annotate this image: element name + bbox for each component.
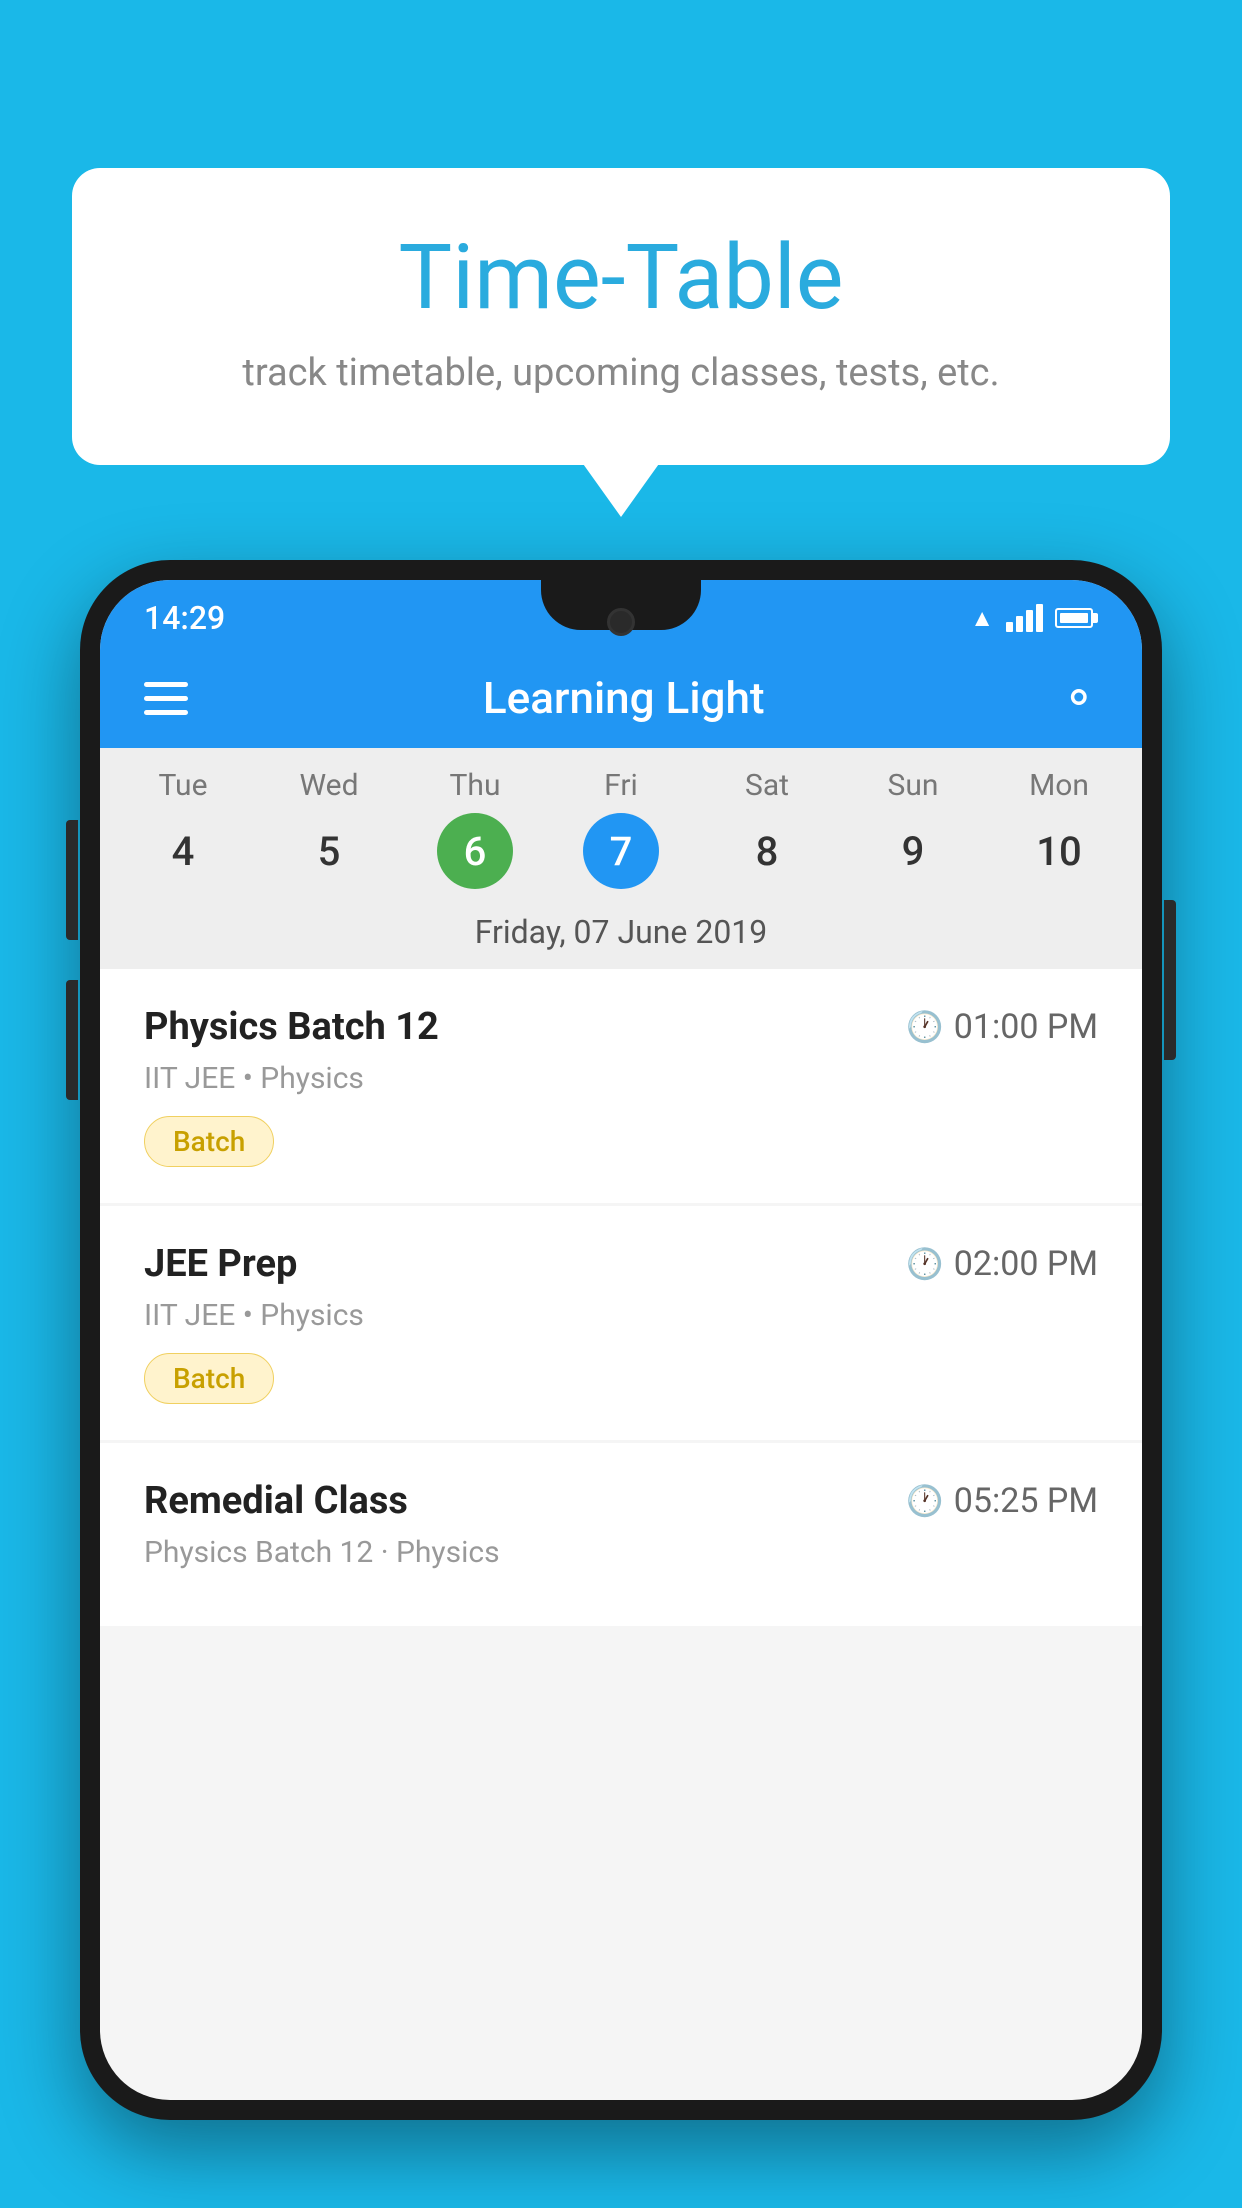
calendar-day[interactable]: Mon 10	[994, 768, 1124, 889]
day-label: Sun	[888, 768, 939, 803]
schedule-title: Remedial Class	[144, 1479, 408, 1523]
day-label: Mon	[1029, 768, 1089, 803]
day-number: 9	[875, 813, 951, 889]
schedule-title: Physics Batch 12	[144, 1005, 439, 1049]
day-number: 10	[1021, 813, 1097, 889]
search-button[interactable]: ⚬	[1059, 671, 1098, 726]
day-label: Thu	[450, 768, 501, 803]
calendar-day[interactable]: Tue 4	[118, 768, 248, 889]
schedule-meta: IIT JEE • Physics	[144, 1061, 1098, 1096]
calendar-day[interactable]: Sat 8	[702, 768, 832, 889]
schedule-meta: Physics Batch 12 · Physics	[144, 1535, 1098, 1570]
clock-icon: 🕐	[906, 1010, 943, 1045]
hamburger-menu-button[interactable]	[144, 682, 188, 715]
calendar-day[interactable]: Thu 6	[410, 768, 540, 889]
day-label: Fri	[604, 768, 638, 803]
schedule-meta: IIT JEE • Physics	[144, 1298, 1098, 1333]
day-label: Tue	[159, 768, 208, 803]
schedule-time: 🕐 01:00 PM	[906, 1007, 1098, 1047]
day-number: 5	[291, 813, 367, 889]
day-number: 6	[437, 813, 513, 889]
schedule-time: 🕐 05:25 PM	[906, 1481, 1098, 1521]
schedule-item[interactable]: Physics Batch 12 🕐 01:00 PM IIT JEE • Phys…	[100, 969, 1142, 1203]
front-camera	[607, 608, 635, 636]
status-time: 14:29	[144, 599, 225, 637]
calendar-day[interactable]: Fri 7	[556, 768, 686, 889]
phone-mockup: 14:29 ▲	[80, 560, 1162, 2208]
status-icons: ▲	[970, 604, 1098, 633]
speech-bubble: Time-Table track timetable, upcoming cla…	[72, 168, 1170, 465]
clock-icon: 🕐	[906, 1247, 943, 1282]
bubble-subtitle: track timetable, upcoming classes, tests…	[152, 351, 1090, 395]
day-number: 7	[583, 813, 659, 889]
wifi-icon: ▲	[970, 604, 994, 633]
signal-icon	[1006, 604, 1043, 632]
calendar-day[interactable]: Sun 9	[848, 768, 978, 889]
bubble-title: Time-Table	[152, 228, 1090, 327]
batch-badge: Batch	[144, 1353, 274, 1404]
selected-date-label: Friday, 07 June 2019	[100, 897, 1142, 969]
days-row: Tue 4 Wed 5 Thu 6 Fri 7 Sat 8 Sun 9 Mon 10	[100, 768, 1142, 889]
app-bar: Learning Light ⚬	[100, 648, 1142, 748]
phone-notch	[541, 580, 701, 630]
calendar-day[interactable]: Wed 5	[264, 768, 394, 889]
schedule-item[interactable]: JEE Prep 🕐 02:00 PM IIT JEE • Physics Batch	[100, 1206, 1142, 1440]
schedule-list: Physics Batch 12 🕐 01:00 PM IIT JEE • Phys…	[100, 969, 1142, 1629]
phone-screen: 14:29 ▲	[100, 580, 1142, 2100]
battery-icon	[1055, 608, 1098, 628]
day-number: 8	[729, 813, 805, 889]
phone-body: 14:29 ▲	[80, 560, 1162, 2120]
power-button	[1164, 900, 1176, 1060]
clock-icon: 🕐	[906, 1484, 943, 1519]
schedule-time: 🕐 02:00 PM	[906, 1244, 1098, 1284]
volume-down-button	[66, 980, 78, 1100]
day-label: Sat	[745, 768, 789, 803]
schedule-title: JEE Prep	[144, 1242, 297, 1286]
schedule-item[interactable]: Remedial Class 🕐 05:25 PM Physics Batch 12…	[100, 1443, 1142, 1626]
app-title: Learning Light	[188, 672, 1059, 724]
day-label: Wed	[300, 768, 359, 803]
volume-up-button	[66, 820, 78, 940]
calendar-strip: Tue 4 Wed 5 Thu 6 Fri 7 Sat 8 Sun 9 Mon 10 Friday, 07…	[100, 748, 1142, 969]
batch-badge: Batch	[144, 1116, 274, 1167]
day-number: 4	[145, 813, 221, 889]
